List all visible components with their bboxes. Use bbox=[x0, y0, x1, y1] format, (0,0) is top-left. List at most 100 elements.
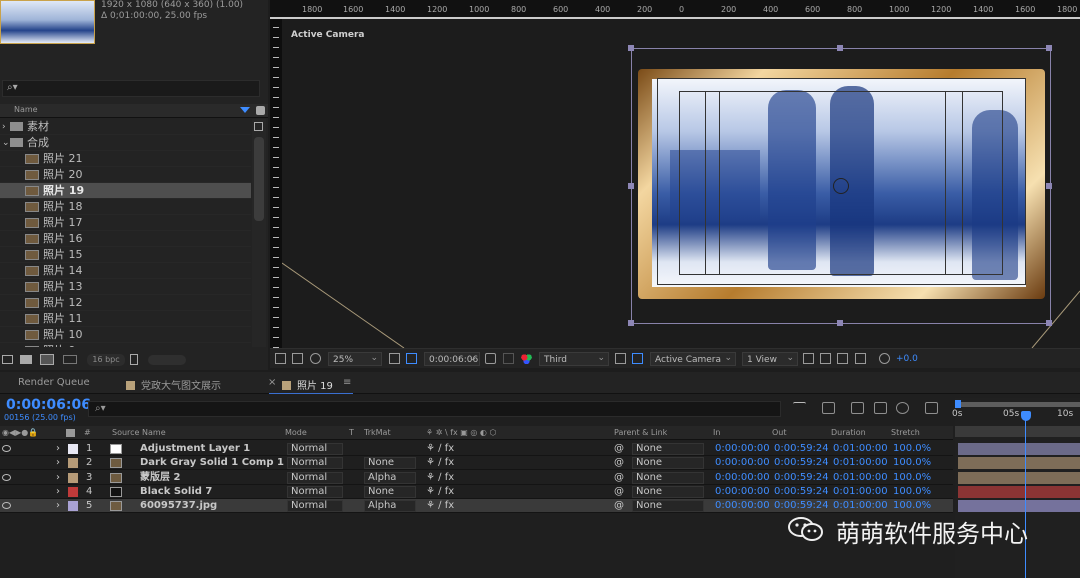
transform-handle[interactable] bbox=[837, 320, 843, 326]
transform-handle[interactable] bbox=[628, 320, 634, 326]
layer-in[interactable]: 0:00:00:00 bbox=[715, 485, 770, 499]
pickwhip-icon[interactable]: @ bbox=[614, 485, 624, 499]
pickwhip-icon[interactable]: @ bbox=[614, 442, 624, 456]
layer-label-color[interactable] bbox=[68, 444, 78, 454]
zoom-dropdown[interactable]: 25% bbox=[328, 351, 382, 366]
pickwhip-icon[interactable]: @ bbox=[614, 456, 624, 470]
layer-in[interactable]: 0:00:00:00 bbox=[715, 471, 770, 485]
time-navigator[interactable] bbox=[955, 402, 1080, 407]
trash-icon[interactable] bbox=[130, 354, 138, 365]
col-source-name[interactable]: Source Name bbox=[112, 428, 166, 437]
tab-menu-icon[interactable]: ≡ bbox=[343, 377, 351, 388]
timeline-icon[interactable] bbox=[820, 353, 831, 364]
always-preview-icon[interactable] bbox=[275, 353, 286, 364]
layer-stretch[interactable]: 100.0% bbox=[893, 442, 931, 456]
project-search-input[interactable]: ⌕▾ bbox=[2, 80, 260, 97]
project-item[interactable]: 照片 12 bbox=[0, 295, 251, 311]
col-out[interactable]: Out bbox=[772, 428, 787, 437]
layer-stretch[interactable]: 100.0% bbox=[893, 471, 931, 485]
fast-preview-icon[interactable] bbox=[803, 353, 814, 364]
layer-name[interactable]: Black Solid 7 bbox=[140, 485, 212, 499]
layer-trkmat-dropdown[interactable]: None bbox=[364, 485, 416, 498]
eye-icon[interactable] bbox=[2, 502, 11, 510]
layer-stretch[interactable]: 100.0% bbox=[893, 456, 931, 470]
project-item[interactable]: 照片 20 bbox=[0, 167, 251, 183]
time-navigator-start-handle[interactable] bbox=[955, 400, 961, 408]
layer-row[interactable]: › 3 蒙版层 2 Normal Alpha ⚘ ∕ fx @ None 0:00:00:00 0… bbox=[0, 471, 953, 485]
chevron-right-icon[interactable]: › bbox=[2, 119, 6, 135]
layer-out[interactable]: 0:00:59:24 bbox=[774, 485, 829, 499]
project-item[interactable]: 照片 17 bbox=[0, 215, 251, 231]
flowchart-icon[interactable] bbox=[837, 353, 848, 364]
column-name[interactable]: Name bbox=[14, 105, 38, 114]
layer-parent-dropdown[interactable]: None bbox=[632, 471, 704, 484]
col-in[interactable]: In bbox=[713, 428, 720, 437]
mask-visibility-icon[interactable] bbox=[406, 353, 417, 364]
region-of-interest-icon[interactable] bbox=[632, 353, 643, 364]
project-scrollbar[interactable] bbox=[252, 119, 266, 347]
layer-row[interactable]: › 2 Dark Gray Solid 1 Comp 1 Normal None ⚘ ∕ … bbox=[0, 456, 953, 471]
project-folder[interactable]: ⌄ 合成 bbox=[0, 135, 251, 151]
pickwhip-icon[interactable]: @ bbox=[614, 471, 624, 485]
layer-switches[interactable]: ⚘ ∕ fx bbox=[426, 442, 454, 456]
layer-row[interactable]: › 4 Black Solid 7 Normal None ⚘ ∕ fx @ None 0:00… bbox=[0, 485, 953, 499]
layer-out[interactable]: 0:00:59:24 bbox=[774, 456, 829, 470]
comp-mini-flowchart-icon[interactable] bbox=[793, 402, 806, 414]
col-t[interactable]: T bbox=[349, 428, 354, 437]
project-item[interactable]: 照片 11 bbox=[0, 311, 251, 327]
bit-depth-button[interactable]: 16 bpc bbox=[87, 354, 125, 366]
project-item[interactable]: 照片 21 bbox=[0, 151, 251, 167]
anchor-point-icon[interactable] bbox=[833, 178, 849, 194]
layer-switches[interactable]: ⚘ ∕ fx bbox=[426, 456, 454, 470]
thumbnail-toggle[interactable] bbox=[148, 355, 186, 365]
pickwhip-icon[interactable]: @ bbox=[614, 499, 624, 513]
layer-parent-dropdown[interactable]: None bbox=[632, 485, 704, 498]
layer-label-color[interactable] bbox=[68, 486, 78, 497]
draft-3d-icon[interactable] bbox=[822, 402, 835, 414]
graph-editor-icon[interactable] bbox=[925, 402, 938, 414]
layer-trkmat-dropdown[interactable]: Alpha bbox=[364, 471, 416, 484]
work-area-bar[interactable] bbox=[955, 426, 1080, 437]
layer-switches[interactable]: ⚘ ∕ fx bbox=[426, 485, 454, 499]
layer-parent-dropdown[interactable]: None bbox=[632, 457, 704, 470]
layer-duration[interactable]: 0:01:00:00 bbox=[833, 456, 888, 470]
interpret-footage-icon[interactable] bbox=[2, 355, 13, 364]
layer-in[interactable]: 0:00:00:00 bbox=[715, 456, 770, 470]
3d-renderer-icon[interactable] bbox=[855, 353, 866, 364]
camera-dropdown[interactable]: Active Camera bbox=[650, 351, 736, 366]
eye-icon[interactable] bbox=[2, 445, 11, 452]
new-folder-icon[interactable] bbox=[20, 355, 32, 364]
layer-row[interactable]: › 1 Adjustment Layer 1 Normal ⚘ ∕ fx @ None 0:0… bbox=[0, 442, 953, 456]
col-parent[interactable]: Parent & Link bbox=[614, 428, 667, 437]
layer-label-color[interactable] bbox=[68, 501, 78, 512]
layer-mode-dropdown[interactable]: Normal bbox=[287, 443, 343, 455]
view-option-dropdown[interactable]: Third bbox=[539, 351, 609, 366]
transform-handle[interactable] bbox=[1046, 320, 1052, 326]
project-item[interactable]: 照片 10 bbox=[0, 327, 251, 343]
transform-handle[interactable] bbox=[628, 183, 634, 189]
scroll-thumb[interactable] bbox=[254, 137, 264, 221]
chevron-right-icon[interactable]: › bbox=[56, 471, 60, 485]
monitor-icon[interactable] bbox=[292, 353, 303, 364]
chevron-down-icon[interactable]: ⌄ bbox=[2, 135, 10, 151]
layer-duration-bar[interactable] bbox=[958, 485, 1080, 498]
tab-render-queue[interactable]: Render Queue bbox=[18, 377, 90, 388]
chevron-right-icon[interactable]: › bbox=[56, 485, 60, 499]
sort-arrow-icon[interactable] bbox=[240, 107, 250, 113]
exposure-icon[interactable] bbox=[879, 353, 890, 364]
layer-stretch[interactable]: 100.0% bbox=[893, 485, 931, 499]
layer-label-color[interactable] bbox=[68, 458, 78, 469]
layer-switches[interactable]: ⚘ ∕ fx bbox=[426, 499, 454, 513]
project-folder[interactable]: › 素材 bbox=[0, 119, 251, 135]
resolution-grid-icon[interactable] bbox=[389, 353, 400, 364]
layer-in[interactable]: 0:00:00:00 bbox=[715, 499, 770, 513]
col-duration[interactable]: Duration bbox=[831, 428, 866, 437]
motion-blur-icon[interactable] bbox=[896, 402, 909, 414]
layer-mode-dropdown[interactable]: Normal bbox=[287, 500, 343, 513]
layer-mode-dropdown[interactable]: Normal bbox=[287, 471, 343, 484]
layer-name[interactable]: 60095737.jpg bbox=[140, 499, 217, 513]
viewer-timecode[interactable]: 0:00:06:06 bbox=[424, 351, 480, 366]
project-item[interactable]: 照片 14 bbox=[0, 263, 251, 279]
tab-close-icon[interactable]: × bbox=[268, 377, 276, 388]
vr-goggles-icon[interactable] bbox=[310, 353, 321, 364]
